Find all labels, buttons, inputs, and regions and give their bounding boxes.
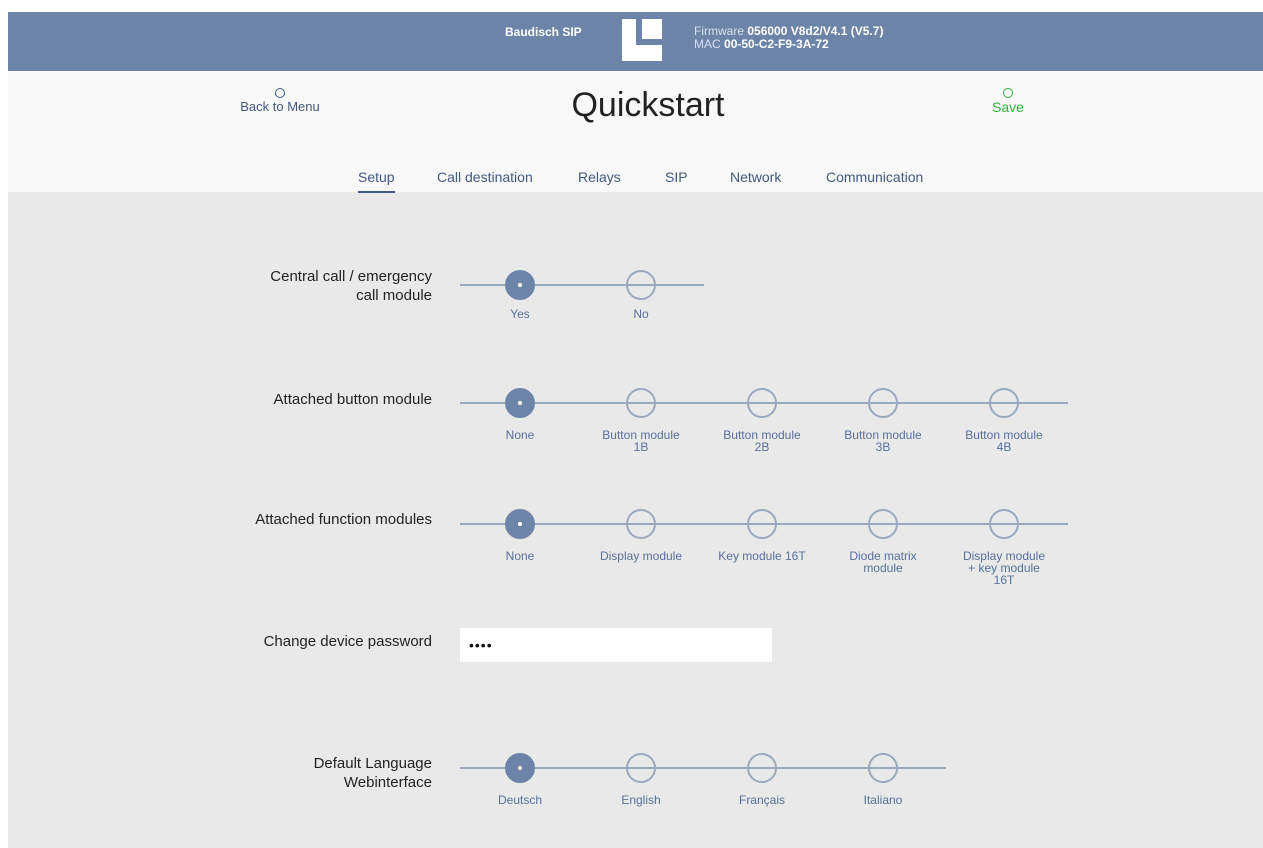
function-modules-option-display[interactable] <box>626 509 656 539</box>
password-input[interactable] <box>460 628 772 662</box>
page-title: Quickstart <box>571 86 725 124</box>
central-call-option-yes[interactable] <box>505 270 535 300</box>
tab-sip[interactable]: SIP <box>665 169 688 185</box>
function-modules-option-display-key[interactable] <box>989 509 1019 539</box>
button-module-option-label: Button module 2B <box>723 428 801 454</box>
central-call-option-label: Yes <box>510 307 530 321</box>
tab-network[interactable]: Network <box>730 169 781 185</box>
mac-value: 00-50-C2-F9-3A-72 <box>724 37 829 51</box>
back-to-menu-label: Back to Menu <box>240 99 320 114</box>
language-label-line1: Default Language <box>313 755 432 772</box>
function-modules-option-label: None <box>505 549 535 563</box>
app-frame: Baudisch SIP Firmware 056000 V8d2/V4.1 (… <box>8 12 1263 848</box>
password-label: Change device password <box>263 633 432 650</box>
language-option-label: Deutsch <box>497 793 543 807</box>
tab-relays[interactable]: Relays <box>578 169 621 185</box>
button-module-option-label: Button module 4B <box>965 428 1043 454</box>
central-call-track <box>460 284 704 286</box>
tab-call-destination[interactable]: Call destination <box>437 169 533 185</box>
language-option-label: Français <box>738 793 785 807</box>
language-label-line2: Webinterface <box>343 774 432 791</box>
firmware-info: Firmware 056000 V8d2/V4.1 (V5.7) MAC 00-… <box>694 25 883 51</box>
language-option-label: Italiano <box>863 793 903 807</box>
language-option-english[interactable] <box>626 753 656 783</box>
button-module-option-4b[interactable] <box>989 388 1019 418</box>
baudisch-logo-icon <box>622 19 662 61</box>
function-modules-option-diode-matrix[interactable] <box>868 509 898 539</box>
brand-name: Baudisch SIP <box>505 25 582 39</box>
back-to-menu-button[interactable]: Back to Menu <box>228 88 332 114</box>
setup-panel: Central call / emergency call module Yes… <box>8 192 1263 848</box>
button-module-option-1b[interactable] <box>626 388 656 418</box>
language-option-italiano[interactable] <box>868 753 898 783</box>
button-module-option-label: Button module 1B <box>602 428 680 454</box>
function-modules-option-label: Key module 16T <box>718 549 806 563</box>
button-module-label: Attached button module <box>273 391 432 408</box>
central-call-label-line2: call module <box>356 287 432 304</box>
function-modules-option-label: Display module + key module 16T <box>962 549 1046 587</box>
central-call-label: Central call / emergency call module <box>132 267 432 305</box>
firmware-label: Firmware <box>694 24 744 38</box>
function-modules-option-none[interactable] <box>505 509 535 539</box>
back-circle-icon <box>275 88 285 98</box>
language-label: Default Language Webinterface <box>132 754 432 792</box>
save-button[interactable]: Save <box>976 88 1040 115</box>
central-call-option-no[interactable] <box>626 270 656 300</box>
button-module-option-label: Button module 3B <box>844 428 922 454</box>
save-circle-icon <box>1003 88 1013 98</box>
top-bar: Baudisch SIP Firmware 056000 V8d2/V4.1 (… <box>8 12 1263 71</box>
central-call-option-label: No <box>633 307 649 321</box>
central-call-label-line1: Central call / emergency <box>270 268 432 285</box>
button-module-option-none[interactable] <box>505 388 535 418</box>
tab-setup[interactable]: Setup <box>358 169 395 193</box>
mac-label: MAC <box>694 37 721 51</box>
tab-communication[interactable]: Communication <box>826 169 923 185</box>
function-modules-option-label: Diode matrix module <box>849 549 917 575</box>
language-option-label: English <box>621 793 661 807</box>
function-modules-label: Attached function modules <box>255 511 432 528</box>
page-header: Back to Menu Quickstart Save Setup Call … <box>8 71 1263 193</box>
function-modules-option-label: Display module <box>599 549 683 563</box>
language-option-francais[interactable] <box>747 753 777 783</box>
tab-bar: Setup Call destination Relays SIP Networ… <box>8 169 1263 193</box>
language-option-deutsch[interactable] <box>505 753 535 783</box>
button-module-option-2b[interactable] <box>747 388 777 418</box>
firmware-value: 056000 V8d2/V4.1 (V5.7) <box>747 24 884 38</box>
button-module-option-label: None <box>505 428 535 442</box>
button-module-option-3b[interactable] <box>868 388 898 418</box>
save-label: Save <box>992 99 1024 115</box>
function-modules-option-key-16t[interactable] <box>747 509 777 539</box>
